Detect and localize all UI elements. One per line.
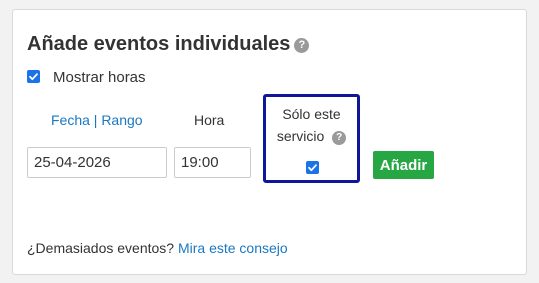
add-button[interactable]: Añadir: [373, 151, 434, 179]
footer-tip: ¿Demasiados eventos? Mira este consejo: [27, 240, 288, 256]
only-this-service-label: Sólo este servicio ?: [266, 103, 357, 147]
help-icon[interactable]: ?: [294, 38, 310, 53]
date-range-link[interactable]: Fecha | Rango: [51, 112, 143, 128]
show-hours-checkbox[interactable]: [27, 70, 40, 83]
only-this-service-line1: Sólo este: [282, 106, 341, 122]
help-icon[interactable]: ?: [332, 131, 347, 145]
hour-input[interactable]: [174, 147, 251, 178]
panel-title: Añade eventos individuales?: [27, 33, 310, 56]
show-hours-label: Mostrar horas: [53, 69, 146, 86]
date-input[interactable]: [27, 147, 167, 178]
only-this-service-line2: servicio: [276, 128, 325, 144]
only-this-service-checkbox[interactable]: [306, 161, 319, 174]
footer-text: ¿Demasiados eventos?: [27, 240, 175, 256]
checkmark-icon: [308, 164, 317, 172]
footer-tip-link[interactable]: Mira este consejo: [178, 240, 288, 256]
panel-title-text: Añade eventos individuales: [27, 33, 291, 55]
checkmark-icon: [29, 73, 38, 81]
only-this-service-box: Sólo este servicio ?: [263, 94, 360, 183]
hour-label: Hora: [194, 112, 225, 128]
